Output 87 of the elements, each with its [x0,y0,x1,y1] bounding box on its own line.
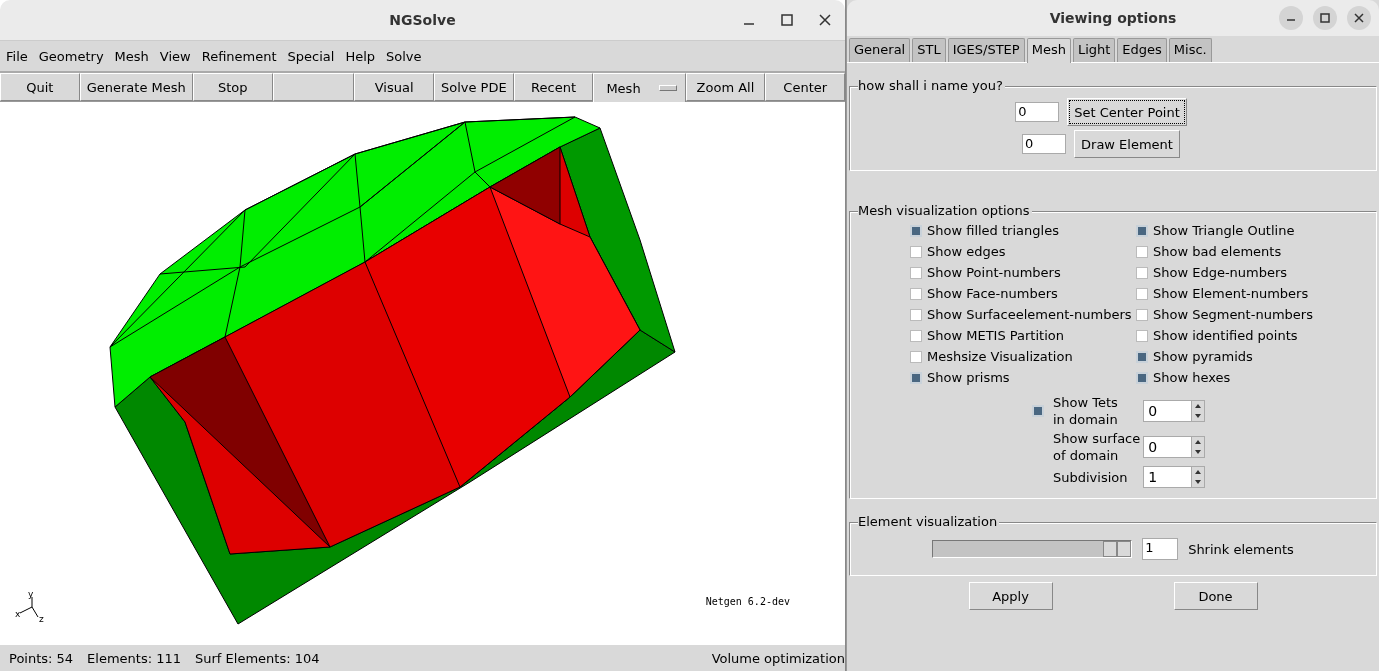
menu-item[interactable]: Geometry [34,48,108,64]
dialog-button[interactable]: Apply [968,582,1053,610]
checkbox-label: Show hexes [1153,370,1231,385]
toolbar-button[interactable]: Visual [354,73,434,101]
checkbox-label: Show Edge-numbers [1153,265,1288,280]
status-text: Points: 54 [9,650,74,666]
toolbar-button[interactable]: Stop [192,73,273,101]
status-text: Volume optimization [711,650,845,666]
menu-item[interactable]: Solve [382,48,426,64]
action-button[interactable]: Draw Element [1074,130,1180,158]
input-field[interactable]: 1 [1142,538,1179,560]
checkbox-label: Show prisms [927,370,1010,385]
spinbox-label: Show surface of domain [1053,430,1141,464]
tab[interactable]: Light [1072,38,1116,62]
group-title: Mesh visualization options [858,202,1032,220]
maximize-icon[interactable] [1313,6,1337,30]
toolbar-button[interactable]: Solve PDE [433,73,514,101]
tab[interactable]: Edges [1117,38,1167,62]
menu-item[interactable]: View [155,48,195,64]
toolbar-button[interactable]: Center [765,73,846,101]
minimize-icon[interactable] [1279,6,1303,30]
tab[interactable]: Misc. [1168,38,1212,62]
checkbox-label: Show Segment-numbers [1153,307,1313,322]
window-title: Viewing options [1049,10,1177,26]
spinbox-label: Show Tets in domain [1053,394,1119,428]
checkbox[interactable] [910,224,922,237]
toolbar-button[interactable]: Generate Mesh [79,73,193,101]
checkbox[interactable] [910,287,922,300]
tab[interactable]: Mesh [1026,38,1071,63]
checkbox-label: Show filled triangles [927,223,1059,238]
input-field[interactable]: 0 [1015,102,1060,122]
menu-item[interactable]: File [2,48,32,64]
checkbox-label: Show edges [927,244,1006,259]
checkbox[interactable] [1136,329,1148,342]
menu-item[interactable]: Help [341,48,380,64]
spinbox[interactable]: 1 [1143,466,1206,488]
checkbox-label: Show pyramids [1153,349,1253,364]
version-label: Netgen 6.2-dev [705,596,790,607]
checkbox-label: Show Element-numbers [1153,286,1309,301]
checkbox[interactable] [1136,224,1148,237]
checkbox[interactable] [910,329,922,342]
slider-label: Shrink elements [1188,541,1294,557]
indicator-icon [658,85,677,91]
status-text: Elements: 111 [87,650,182,666]
status-text: Surf Elements: 104 [195,650,320,666]
action-button[interactable]: Set Center Point [1067,98,1187,126]
checkbox[interactable] [1136,371,1148,384]
toolbar-button[interactable]: Zoom All [685,73,766,101]
checkbox-label: Show Triangle Outline [1153,223,1295,238]
checkbox[interactable] [1136,266,1148,279]
slider-thumb[interactable] [1103,541,1132,557]
checkbox-label: Show Face-numbers [927,286,1058,301]
checkbox[interactable] [1136,245,1148,258]
checkbox[interactable] [910,371,922,384]
toolbar-button[interactable]: Quit [0,73,80,101]
checkbox-label: Show METIS Partition [927,328,1064,343]
slider-track[interactable] [932,540,1133,558]
dialog-button[interactable]: Done [1173,582,1258,610]
checkbox[interactable] [1136,350,1148,363]
group-title: how shall i name you? [858,77,1005,95]
checkbox[interactable] [910,308,922,321]
checkbox-label: Show Point-numbers [927,265,1061,280]
spinbox[interactable]: 0 [1143,436,1206,458]
checkbox[interactable] [910,266,922,279]
tab[interactable]: General [849,38,911,62]
checkbox[interactable] [1136,287,1148,300]
close-icon[interactable] [1347,6,1371,30]
checkbox[interactable] [1136,308,1148,321]
toolbar-button[interactable]: Recent [513,73,594,101]
checkbox[interactable] [910,245,922,258]
menu-item[interactable]: Special [283,48,339,64]
checkbox[interactable] [910,350,922,363]
menu-button[interactable]: Mesh [593,73,686,103]
checkbox-label: Meshsize Visualization [927,349,1073,364]
spinbox[interactable]: 0 [1143,400,1206,422]
checkbox-label: Show identified points [1153,328,1298,343]
checkbox-label: Show bad elements [1153,244,1282,259]
menu-item[interactable]: Refinement [197,48,281,64]
tab[interactable]: IGES/STEP [947,38,1025,62]
input-field[interactable]: 0 [1022,134,1067,154]
checkbox-label: Show Surfaceelement-numbers [927,307,1132,322]
checkbox[interactable] [1032,405,1044,417]
spinbox-label: Subdivision [1053,468,1129,486]
menu-item[interactable]: Mesh [110,48,153,64]
tab[interactable]: STL [912,38,946,62]
window-title: NGSolve [389,12,456,28]
axes-triad: y x z [15,589,44,624]
